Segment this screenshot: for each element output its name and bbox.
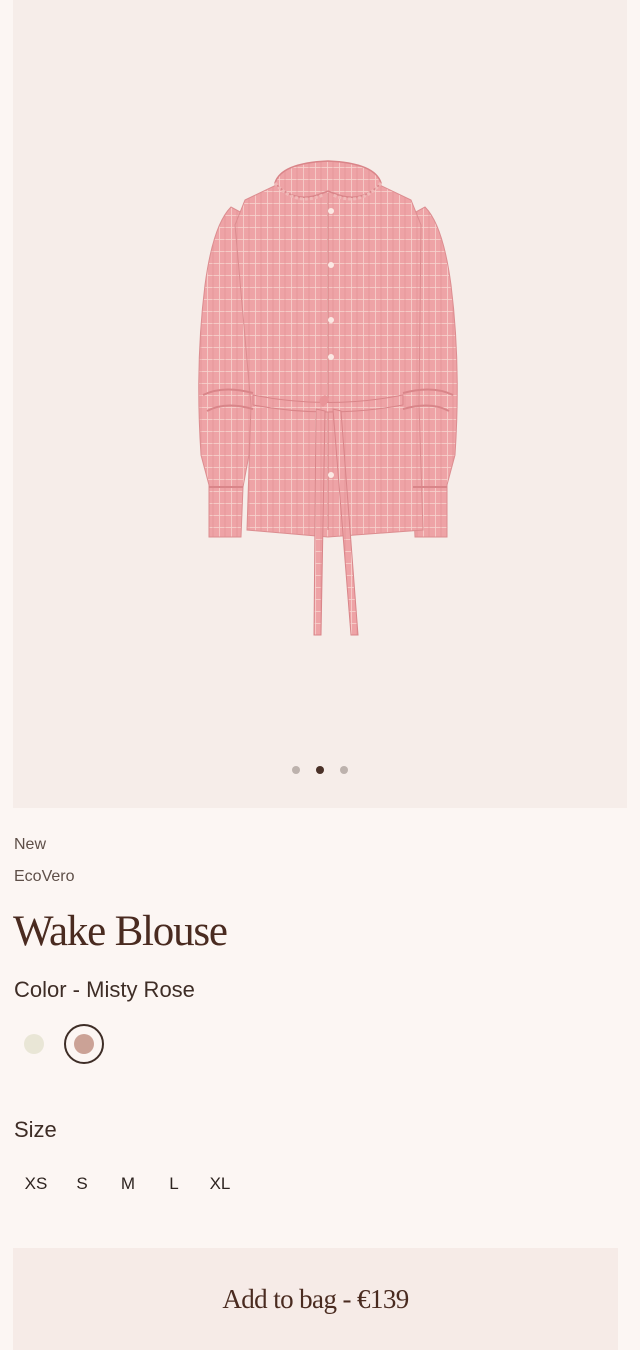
product-gallery[interactable]	[13, 0, 627, 808]
size-selector: XS S M L XL	[14, 1168, 242, 1200]
swatch-misty-rose[interactable]	[64, 1024, 104, 1064]
product-page: New EcoVero Wake Blouse Color - Misty Ro…	[0, 0, 640, 1350]
size-option-xs[interactable]: XS	[14, 1168, 58, 1200]
carousel-dot-1[interactable]	[292, 766, 300, 774]
size-option-m[interactable]: M	[106, 1168, 150, 1200]
product-title: Wake Blouse	[13, 908, 228, 955]
carousel-dot-3[interactable]	[340, 766, 348, 774]
size-label: Size	[14, 1117, 57, 1142]
color-swatches	[24, 1024, 104, 1064]
selected-color-label: Color - Misty Rose	[14, 977, 195, 1002]
add-to-bag-button[interactable]: Add to bag - €139	[13, 1248, 618, 1350]
tag-ecovero: EcoVero	[14, 868, 75, 885]
swatch-ivory-dot	[24, 1034, 44, 1054]
carousel-dot-2[interactable]	[316, 766, 324, 774]
size-option-s[interactable]: S	[58, 1168, 106, 1200]
carousel-dots	[13, 766, 627, 774]
tag-new: New	[14, 836, 47, 853]
swatch-ivory[interactable]	[14, 1024, 54, 1064]
size-option-xl[interactable]: XL	[198, 1168, 242, 1200]
size-option-l[interactable]: L	[150, 1168, 198, 1200]
product-image[interactable]	[183, 155, 473, 640]
swatch-misty-rose-dot	[74, 1034, 94, 1054]
product-tags: New EcoVero	[14, 829, 74, 893]
